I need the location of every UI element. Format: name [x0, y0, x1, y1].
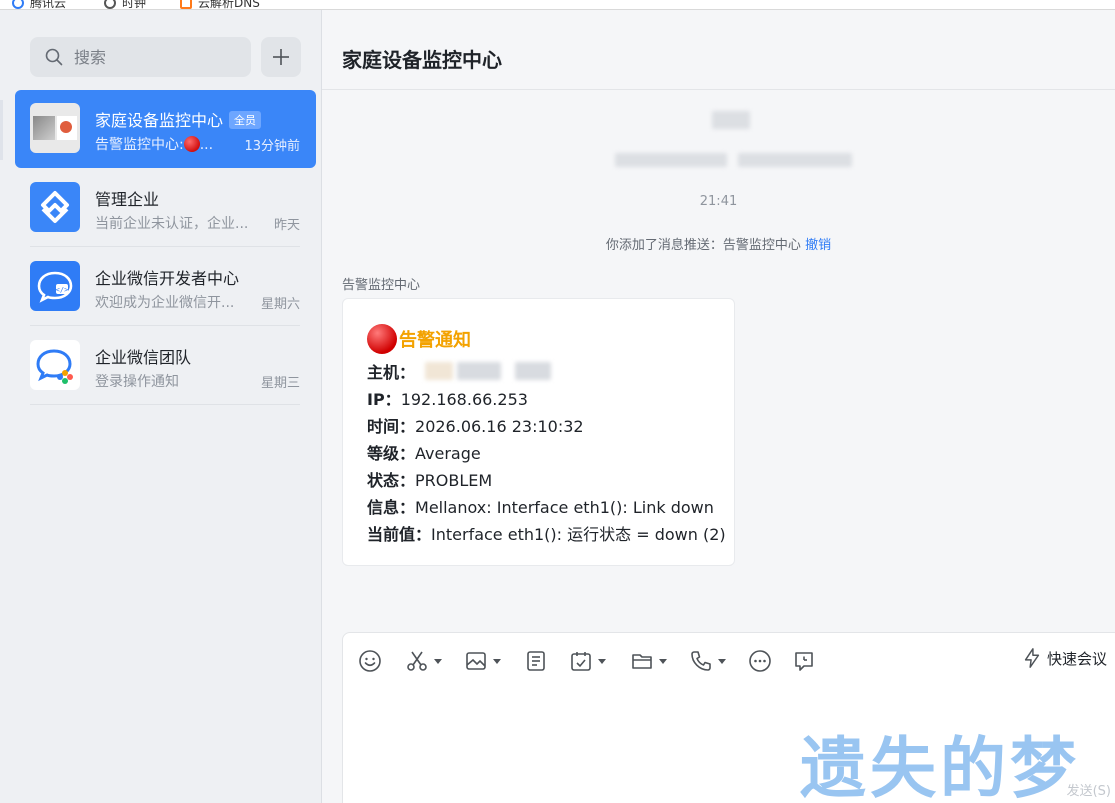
chat-item-developer-center[interactable]: </> 企业微信开发者中心 欢迎成为企业微信开... 星期六 [15, 248, 316, 326]
emoji-button[interactable] [358, 647, 382, 675]
chevron-down-icon[interactable] [659, 658, 667, 664]
more-icon [749, 650, 771, 672]
message-bubble[interactable]: 告警通知 主机： IP：192.168.66.253 时间：2026.06.16… [342, 298, 735, 566]
chevron-down-icon[interactable] [493, 658, 501, 664]
watermark-text: 遗失的梦 [800, 729, 1080, 803]
alert-title: 告警通知 [367, 324, 471, 354]
schedule-button[interactable] [569, 647, 606, 675]
divider [30, 325, 300, 326]
alert-row-value: 当前值：Interface eth1(): 运行状态 = down (2) [367, 525, 726, 544]
folder-button[interactable] [630, 647, 667, 675]
sender-name: 告警监控中心 [342, 278, 421, 293]
wecom-team-avatar [30, 340, 80, 390]
chat-time: 昨天 [273, 218, 300, 233]
chat-sidebar: 家庭设备监控中心全员 告警监控中心:... 13分钟前 管理企业 当前企业未认证… [0, 10, 322, 803]
lightning-icon [1024, 648, 1040, 668]
chat-time: 13分钟前 [244, 139, 300, 154]
document-button[interactable] [524, 647, 548, 675]
call-button[interactable] [689, 647, 726, 675]
bookmark-tencent-cloud[interactable]: 腾讯云 [12, 0, 66, 9]
system-timestamp: 21:41 [699, 194, 738, 209]
chat-name: 企业微信开发者中心 [95, 269, 240, 288]
manage-enterprise-avatar [30, 182, 80, 232]
image-button[interactable] [464, 647, 501, 675]
image-icon [466, 652, 486, 670]
quick-meeting-button[interactable]: 快速会议 [1021, 647, 1107, 669]
chat-header: 家庭设备监控中心 [322, 10, 1115, 90]
chat-item-manage-enterprise[interactable]: 管理企业 当前企业未认证，企业... 昨天 [15, 169, 316, 247]
chat-name: 企业微信团队 [95, 348, 192, 367]
wecom-logo-icon [36, 349, 73, 384]
folder-icon [632, 654, 652, 669]
tencent-cloud-icon [12, 0, 24, 9]
redacted-text [615, 153, 727, 167]
chevron-down-icon[interactable] [598, 658, 606, 664]
clock-icon [104, 0, 116, 9]
alert-row-level: 等级：Average [367, 444, 481, 463]
group-avatar [30, 103, 80, 153]
chat-preview: 登录操作通知 [95, 374, 179, 390]
sidebar-edge [0, 100, 3, 160]
chat-title: 家庭设备监控中心 [342, 48, 502, 72]
cloud-dns-icon [180, 0, 192, 9]
phone-icon [691, 651, 711, 671]
alert-row-ip: IP：192.168.66.253 [367, 390, 528, 409]
alert-row-status: 状态：PROBLEM [367, 471, 493, 490]
bookmark-clock[interactable]: 时钟 [104, 0, 146, 9]
red-circle-icon [367, 324, 397, 354]
scissors-icon [407, 651, 427, 671]
divider [30, 404, 300, 405]
smile-icon [359, 650, 381, 672]
chat-main: 家庭设备监控中心 21:41 你添加了消息推送：告警监控中心 撤销 告警监控中心… [322, 10, 1115, 803]
developer-center-avatar: </> [30, 261, 80, 311]
bookmarks-bar: 腾讯云 时钟 云解析DNS [0, 0, 1115, 10]
search-icon [45, 48, 63, 66]
chat-time: 星期六 [260, 297, 300, 312]
chevron-down-icon[interactable] [434, 658, 442, 664]
developer-chat-icon: </> [37, 271, 73, 303]
chat-preview: 欢迎成为企业微信开... [95, 295, 235, 311]
all-members-badge: 全员 [229, 111, 262, 129]
chat-item-wecom-team[interactable]: 企业微信团队 登录操作通知 星期三 [15, 327, 316, 405]
chat-preview: 告警监控中心:... [95, 136, 214, 153]
plus-icon [273, 49, 289, 65]
undo-link[interactable]: 撤销 [805, 238, 831, 253]
enterprise-logo-icon [41, 191, 69, 223]
chat-preview: 当前企业未认证，企业... [95, 216, 249, 232]
chat-item-home-monitor[interactable]: 家庭设备监控中心 全员 告警监控中心:... 13分钟前 [15, 90, 316, 168]
chat-name: 管理企业 [95, 190, 160, 209]
svg-text:</>: </> [56, 286, 69, 294]
chevron-down-icon[interactable] [718, 658, 726, 664]
red-circle-icon [183, 136, 200, 152]
calendar-check-icon [571, 652, 591, 671]
chat-history-button[interactable] [792, 647, 816, 675]
system-note: 你添加了消息推送：告警监控中心 撤销 [605, 238, 832, 253]
document-icon [527, 651, 545, 671]
bookmark-dns[interactable]: 云解析DNS [180, 0, 260, 9]
message-clock-icon [795, 652, 813, 671]
alert-row-host: 主机： [367, 359, 551, 383]
alert-row-info: 信息：Mellanox: Interface eth1(): Link down [367, 498, 714, 517]
chat-time: 星期三 [260, 376, 300, 391]
chat-name: 家庭设备监控中心 [95, 111, 224, 130]
divider [30, 246, 300, 247]
add-button[interactable] [261, 37, 301, 77]
redacted-text [738, 153, 852, 167]
search-box[interactable] [30, 37, 251, 77]
screenshot-button[interactable] [405, 647, 442, 675]
redacted-text [712, 111, 750, 129]
alert-row-time: 时间：2026.06.16 23:10:32 [367, 417, 584, 436]
more-button[interactable] [748, 647, 772, 675]
search-input[interactable] [74, 47, 224, 67]
redacted-host [425, 362, 565, 380]
